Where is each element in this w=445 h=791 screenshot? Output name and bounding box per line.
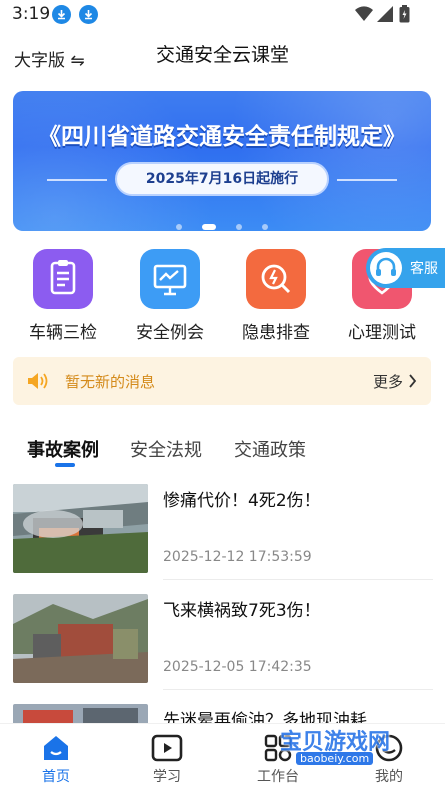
quick-action-hazard-check[interactable]: 隐患排查 (236, 249, 316, 343)
quick-action-safety-meeting[interactable]: 安全例会 (130, 249, 210, 343)
quick-action-label: 隐患排查 (242, 323, 310, 343)
signal-icon (377, 6, 393, 26)
page-title: 交通安全云课堂 (155, 44, 289, 66)
notice-more-link[interactable]: 更多 (373, 371, 403, 392)
article-date: 2025-12-12 17:53:59 (163, 549, 312, 565)
tab-traffic-policy[interactable]: 交通政策 (234, 436, 306, 462)
chevron-right-icon (408, 373, 417, 392)
clipboard-icon (33, 249, 93, 309)
home-icon (26, 734, 86, 762)
banner-date-pill: 2025年7月16日起施行 (115, 162, 329, 196)
banner-decoration (13, 91, 431, 231)
nav-label: 我的 (375, 769, 403, 785)
article-item[interactable]: 惨痛代价！4死2伤！ 2025-12-12 17:53:59 (13, 484, 433, 582)
nav-label: 学习 (153, 769, 181, 785)
status-time: 3:19 (12, 4, 51, 24)
nav-home[interactable]: 首页 (26, 734, 86, 786)
notice-bar[interactable]: 暂无新的消息 更多 (13, 357, 431, 405)
carousel-dot[interactable] (262, 223, 268, 230)
banner-headline: 《四川省道路交通安全责任制规定》 (38, 124, 406, 150)
battery-icon (399, 5, 410, 27)
quick-action-label: 安全例会 (136, 323, 204, 343)
search-alert-icon (246, 249, 306, 309)
watermark: 宝贝游戏网 baobeiy.com (262, 722, 412, 768)
presentation-icon (140, 249, 200, 309)
article-title: 惨痛代价！4死2伤！ (163, 491, 321, 511)
status-bar: 3:19 (0, 0, 445, 30)
customer-service-label: 客服 (410, 261, 438, 277)
divider (163, 579, 433, 580)
tab-safety-regulations[interactable]: 安全法规 (130, 436, 202, 462)
quick-action-label: 心理测试 (348, 323, 416, 343)
article-thumbnail (13, 484, 148, 573)
nav-study[interactable]: 学习 (137, 734, 197, 786)
carousel-dot[interactable] (176, 223, 182, 230)
article-item[interactable]: 飞来横祸致7死3伤！ 2025-12-05 17:42:35 (13, 594, 433, 692)
play-icon (137, 734, 197, 762)
quick-action-label: 车辆三检 (29, 323, 97, 343)
carousel-dot[interactable] (236, 223, 242, 230)
article-title: 飞来横祸致7死3伤！ (163, 601, 321, 621)
nav-label: 首页 (42, 769, 70, 785)
speaker-icon (26, 371, 50, 395)
article-date: 2025-12-05 17:42:35 (163, 659, 312, 675)
promo-banner[interactable]: 《四川省道路交通安全责任制规定》 2025年7月16日起施行 (13, 91, 431, 231)
tab-accident-cases[interactable]: 事故案例 (27, 436, 99, 462)
download-icon (79, 5, 98, 24)
customer-service-button[interactable]: 客服 (366, 248, 445, 288)
notice-text: 暂无新的消息 (65, 373, 156, 391)
carousel-dot-active[interactable] (202, 223, 216, 230)
carousel-indicator[interactable] (13, 216, 431, 231)
download-icon (52, 5, 71, 24)
banner-divider (47, 179, 107, 181)
watermark-url: baobeiy.com (296, 752, 374, 765)
nav-label: 工作台 (257, 769, 299, 785)
active-tab-indicator (55, 463, 75, 467)
divider (163, 689, 433, 690)
wifi-icon (355, 6, 373, 26)
article-thumbnail (13, 594, 148, 683)
headset-icon (370, 252, 402, 284)
banner-divider (337, 179, 397, 181)
quick-action-vehicle-check[interactable]: 车辆三检 (23, 249, 103, 343)
